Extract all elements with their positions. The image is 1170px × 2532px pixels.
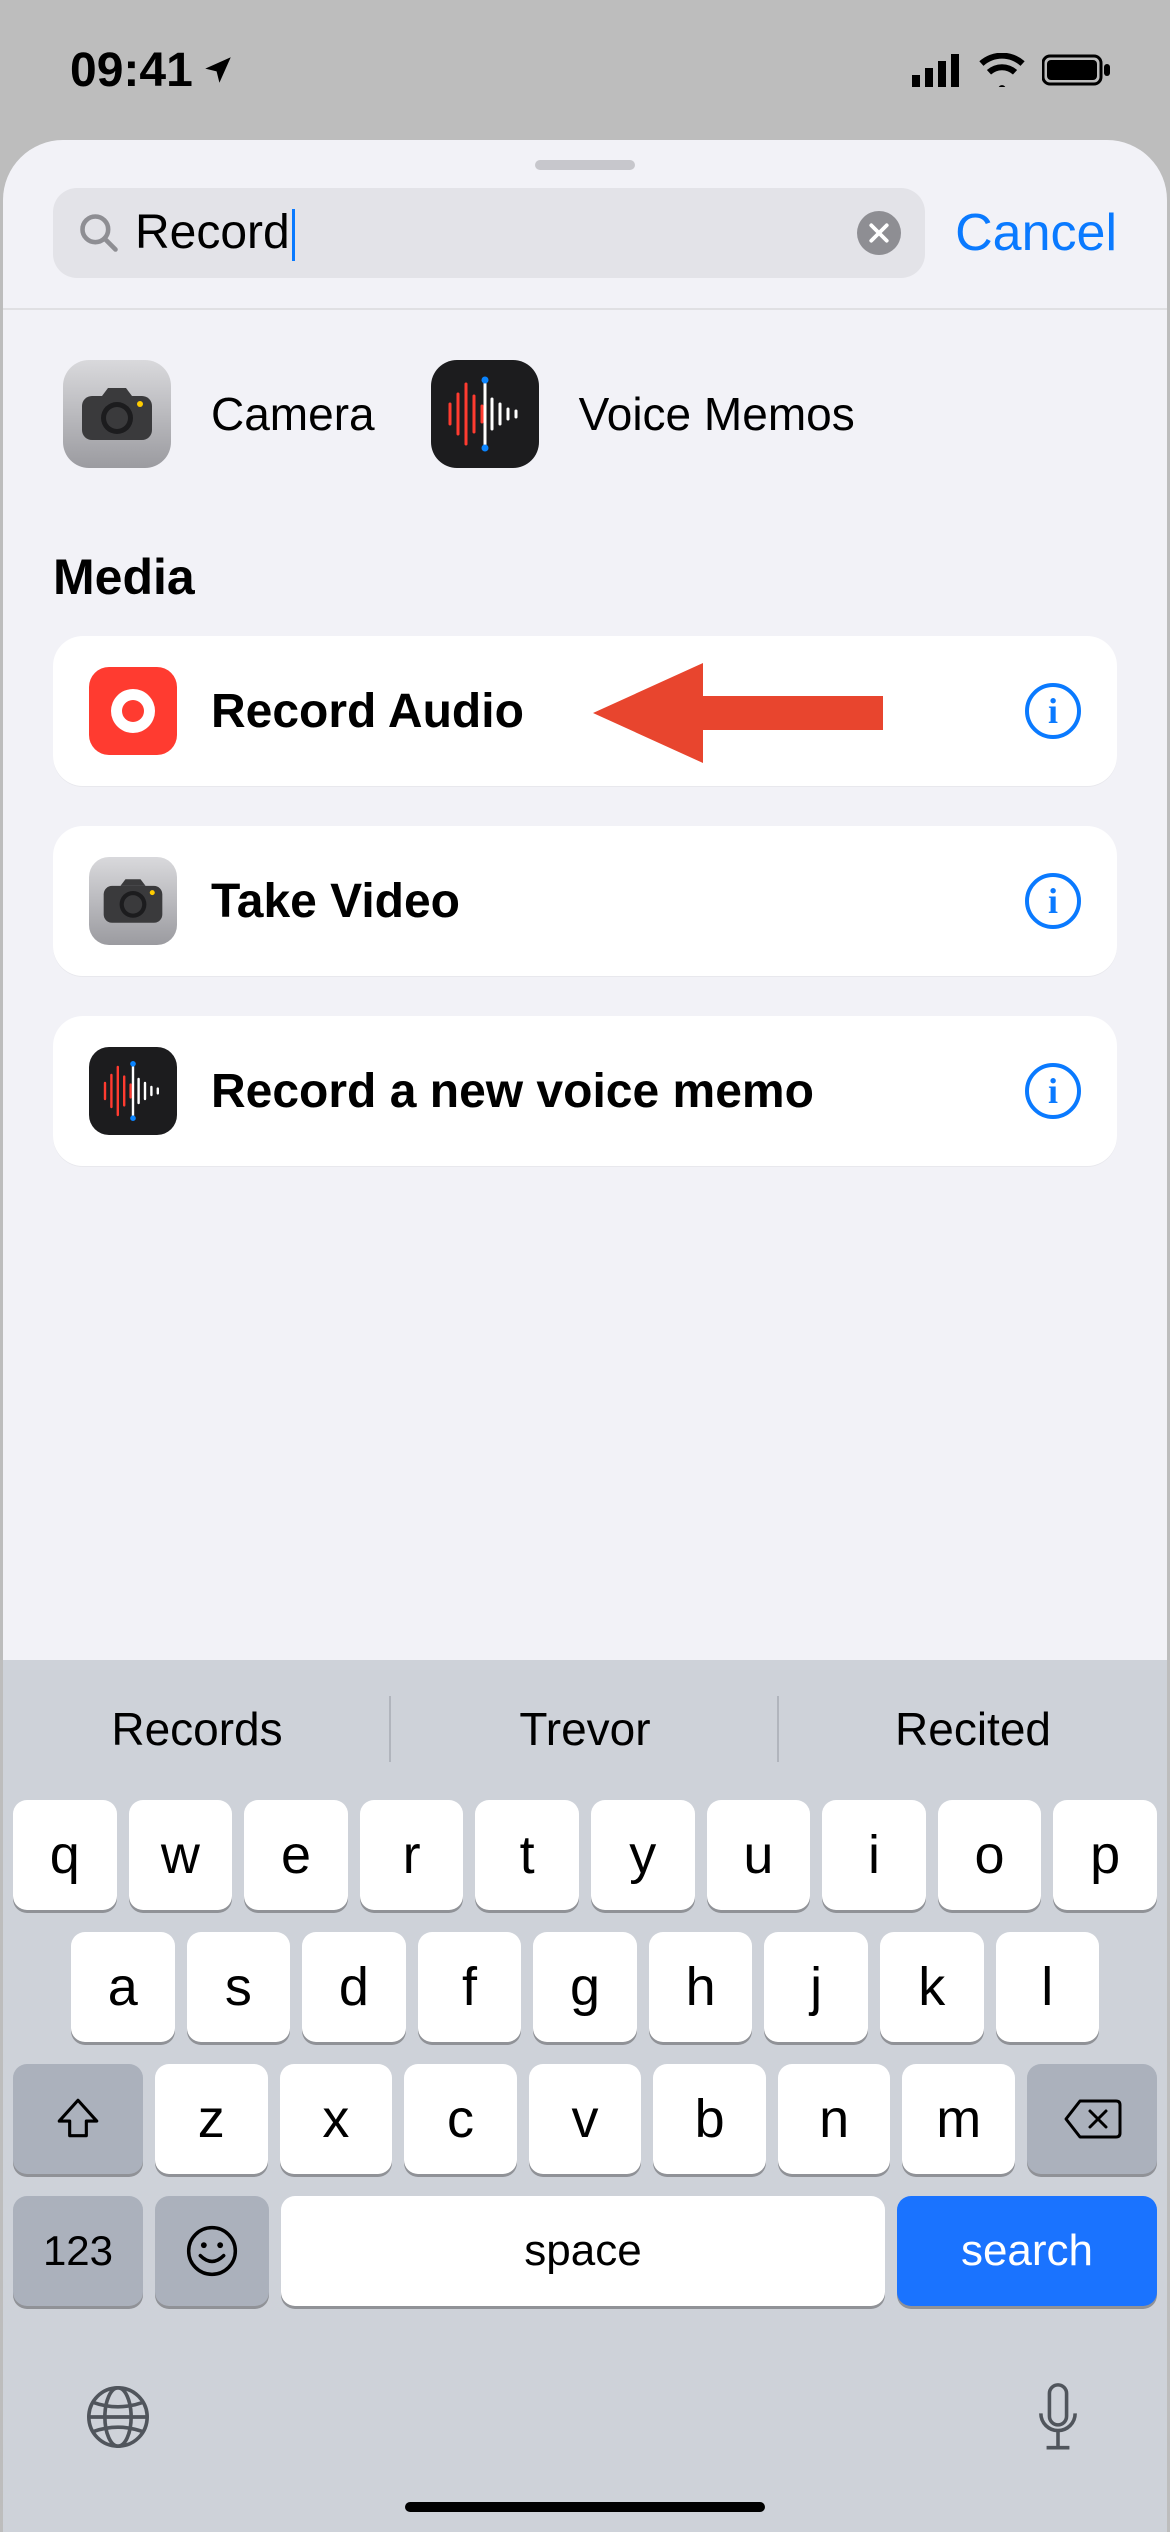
shift-key[interactable] xyxy=(13,2064,143,2174)
key-p[interactable]: p xyxy=(1053,1800,1157,1910)
app-label: Camera xyxy=(211,387,375,441)
suggestion-3[interactable]: Recited xyxy=(779,1674,1167,1784)
key-row-1: q w e r t y u i o p xyxy=(13,1800,1157,1910)
key-x[interactable]: x xyxy=(280,2064,393,2174)
search-key[interactable]: search xyxy=(897,2196,1157,2306)
emoji-icon xyxy=(184,2223,240,2279)
key-r[interactable]: r xyxy=(360,1800,464,1910)
key-i[interactable]: i xyxy=(822,1800,926,1910)
action-take-video[interactable]: Take Video i xyxy=(53,826,1117,976)
camera-icon-small xyxy=(89,857,177,945)
search-header: Record Cancel xyxy=(3,188,1167,308)
emoji-key[interactable] xyxy=(155,2196,269,2306)
dictation-icon[interactable] xyxy=(1029,2382,1087,2462)
battery-icon xyxy=(1042,53,1112,87)
status-icons xyxy=(912,53,1112,87)
info-button[interactable]: i xyxy=(1025,1063,1081,1119)
key-u[interactable]: u xyxy=(707,1800,811,1910)
keyboard: Records Trevor Recited q w e r t y u i o… xyxy=(3,1660,1167,2532)
app-camera[interactable]: Camera xyxy=(63,360,375,468)
key-n[interactable]: n xyxy=(778,2064,891,2174)
key-h[interactable]: h xyxy=(649,1932,753,2042)
key-row-4: 123 space search xyxy=(13,2196,1157,2306)
key-w[interactable]: w xyxy=(129,1800,233,1910)
search-icon xyxy=(77,211,121,255)
key-j[interactable]: j xyxy=(764,1932,868,2042)
status-time: 09:41 xyxy=(70,43,235,98)
key-d[interactable]: d xyxy=(302,1932,406,2042)
key-g[interactable]: g xyxy=(533,1932,637,2042)
key-m[interactable]: m xyxy=(902,2064,1015,2174)
key-e[interactable]: e xyxy=(244,1800,348,1910)
key-a[interactable]: a xyxy=(71,1932,175,2042)
action-record-voice-memo[interactable]: Record a new voice memo i xyxy=(53,1016,1117,1166)
results-content: Camera xyxy=(3,310,1167,1660)
status-bar: 09:41 xyxy=(0,0,1170,140)
suggestion-2[interactable]: Trevor xyxy=(391,1674,779,1784)
clock: 09:41 xyxy=(70,43,193,98)
camera-app-icon xyxy=(63,360,171,468)
key-f[interactable]: f xyxy=(418,1932,522,2042)
key-o[interactable]: o xyxy=(938,1800,1042,1910)
key-row-3: z x c v b n m xyxy=(13,2064,1157,2174)
record-audio-icon xyxy=(89,667,177,755)
key-q[interactable]: q xyxy=(13,1800,117,1910)
key-b[interactable]: b xyxy=(653,2064,766,2174)
action-record-audio[interactable]: Record Audio i xyxy=(53,636,1117,786)
key-l[interactable]: l xyxy=(996,1932,1100,2042)
location-icon xyxy=(201,53,235,87)
cancel-button[interactable]: Cancel xyxy=(955,203,1117,263)
key-k[interactable]: k xyxy=(880,1932,984,2042)
app-label: Voice Memos xyxy=(579,387,855,441)
info-button[interactable]: i xyxy=(1025,873,1081,929)
action-label: Record Audio xyxy=(211,684,1025,739)
modal-sheet: Record Cancel Camera xyxy=(3,140,1167,2532)
home-indicator[interactable] xyxy=(405,2502,765,2512)
key-row-2: a s d f g h j k l xyxy=(13,1932,1157,2042)
key-y[interactable]: y xyxy=(591,1800,695,1910)
backspace-icon xyxy=(1062,2097,1122,2141)
clear-search-button[interactable] xyxy=(857,211,901,255)
cellular-icon xyxy=(912,53,962,87)
suggestion-bar: Records Trevor Recited xyxy=(3,1674,1167,1784)
app-voice-memos[interactable]: Voice Memos xyxy=(431,360,855,468)
key-z[interactable]: z xyxy=(155,2064,268,2174)
key-t[interactable]: t xyxy=(475,1800,579,1910)
sheet-grabber[interactable] xyxy=(535,160,635,170)
app-suggestions: Camera xyxy=(53,360,1117,468)
voicememo-app-icon xyxy=(431,360,539,468)
suggestion-1[interactable]: Records xyxy=(3,1674,391,1784)
wifi-icon xyxy=(978,53,1026,87)
numbers-key[interactable]: 123 xyxy=(13,2196,143,2306)
backspace-key[interactable] xyxy=(1027,2064,1157,2174)
section-media-title: Media xyxy=(53,548,1117,606)
shift-icon xyxy=(53,2094,103,2144)
x-icon xyxy=(868,222,890,244)
globe-icon[interactable] xyxy=(83,2382,153,2452)
key-v[interactable]: v xyxy=(529,2064,642,2174)
key-s[interactable]: s xyxy=(187,1932,291,2042)
info-button[interactable]: i xyxy=(1025,683,1081,739)
voicememo-icon-small xyxy=(89,1047,177,1135)
space-key[interactable]: space xyxy=(281,2196,885,2306)
action-label: Take Video xyxy=(211,874,1025,929)
action-label: Record a new voice memo xyxy=(211,1064,1025,1119)
search-input-value[interactable]: Record xyxy=(135,205,295,261)
key-c[interactable]: c xyxy=(404,2064,517,2174)
search-field[interactable]: Record xyxy=(53,188,925,278)
